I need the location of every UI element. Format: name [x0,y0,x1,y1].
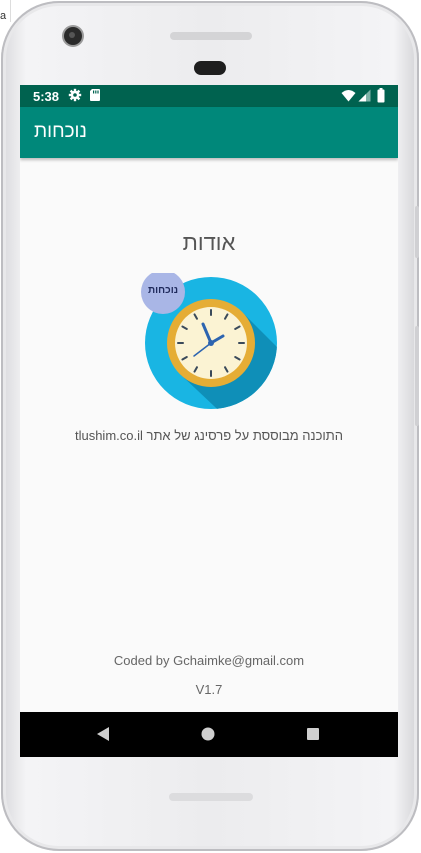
wifi-icon [341,89,356,105]
app-toolbar: נוכחות [20,107,398,158]
signal-icon [358,89,371,105]
home-icon [201,727,215,741]
back-icon [97,727,109,741]
desktop-divider [10,0,11,22]
version-text: V1.7 [195,682,223,697]
navigation-bar [20,712,398,757]
device-screen: 5:38 נוכחות אודות נוכחות התוכנה מבוססת ע… [20,85,398,757]
battery-icon [377,88,385,106]
desktop-text-fragment: a [0,10,7,22]
description-text: התוכנה מבוססת על פרסינג של אתר tlushim.c… [74,428,344,443]
front-camera [64,27,82,45]
logo-badge-text: נוכחות [147,285,179,296]
recents-icon [307,728,319,740]
power-button[interactable] [415,206,419,258]
recents-button[interactable] [283,712,343,757]
bottom-speaker [169,793,253,801]
settings-gear-icon [68,88,82,105]
home-button[interactable] [178,712,238,757]
earpiece-slot [194,61,226,75]
coded-by-text: Coded by Gchaimke@gmail.com [113,653,305,668]
earpiece-speaker [170,32,252,40]
about-title: אודות [182,230,236,255]
back-button[interactable] [73,712,133,757]
toolbar-title: נוכחות [34,121,87,142]
volume-button[interactable] [415,326,419,426]
status-time: 5:38 [33,89,60,104]
app-logo: נוכחות [138,270,284,413]
sd-card-icon [89,88,101,105]
status-bar: 5:38 [20,85,398,107]
